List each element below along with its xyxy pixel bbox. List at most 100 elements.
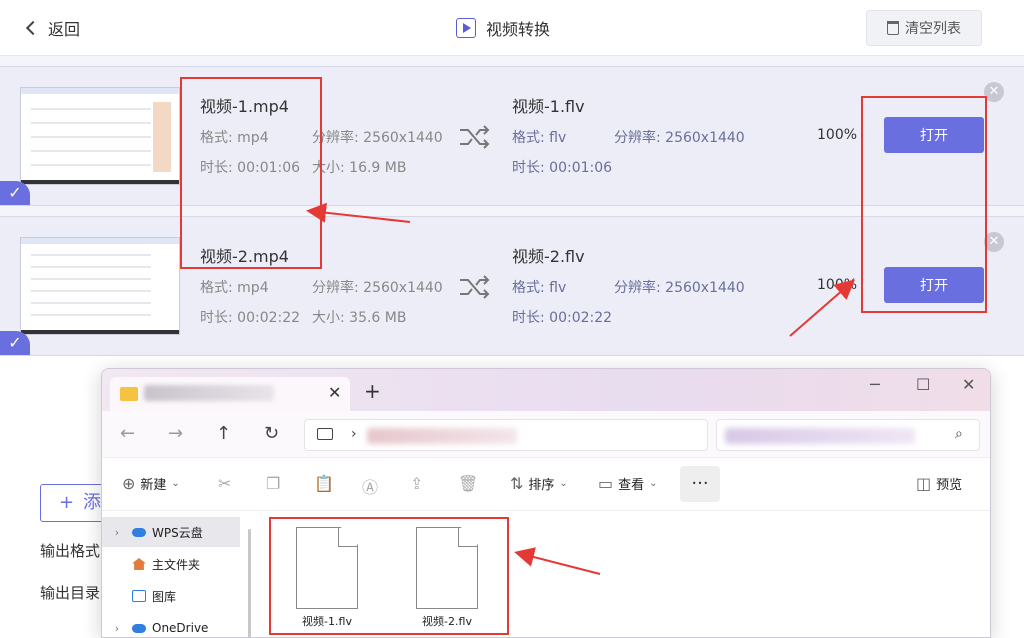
source-resolution: 分辨率: 2560x1440 [312, 280, 443, 296]
explorer-toolbar: ⊕ 新建 ⌄ ✂ ❐ 📋 Ⓐ ⇪ 🗑 ⇅ 排序 ⌄ ▭ 查看 ⌄ ··· ◫ 预… [102, 457, 990, 511]
nav-item-home[interactable]: 主文件夹 [102, 549, 240, 579]
remove-row-icon[interactable]: ✕ [984, 232, 1004, 252]
address-bar[interactable]: › [304, 419, 708, 451]
more-options-button[interactable]: ··· [680, 466, 720, 502]
new-button[interactable]: ⊕ 新建 ⌄ [122, 474, 180, 493]
checkmark-icon[interactable]: ✓ [0, 331, 30, 355]
target-file-name: 视频-2.flv [512, 247, 585, 266]
copy-icon[interactable]: ❐ [266, 474, 280, 493]
file-explorer-window: ✕ + ─ ☐ ✕ ← → ↑ ↻ › ⌕ ⊕ 新建 ⌄ ✂ ❐ 📋 Ⓐ ⇪ 🗑 [101, 368, 991, 638]
target-duration: 时长: 00:01:06 [512, 160, 613, 176]
navigation-pane: › WPS云盘 主文件夹 图库 › OneDrive [102, 511, 246, 637]
nav-label: WPS云盘 [152, 525, 203, 540]
file-name: 视频-1.flv [302, 615, 352, 628]
file-item[interactable]: 视频-1.flv [292, 527, 362, 629]
target-format: 格式: flv [512, 280, 567, 296]
source-size: 大小: 16.9 MB [312, 160, 407, 176]
checkmark-icon[interactable]: ✓ [0, 181, 30, 205]
page-title: 视频转换 [456, 16, 550, 40]
pane-splitter[interactable] [248, 529, 251, 637]
progress-percent: 100% [817, 127, 858, 143]
shuffle-icon [460, 275, 490, 299]
top-bar: 返回 视频转换 清空列表 [0, 0, 1024, 56]
sort-label: 排序 [528, 478, 555, 493]
close-tab-icon[interactable]: ✕ [328, 383, 341, 402]
explorer-tab-bar: ✕ + ─ ☐ ✕ [102, 369, 990, 411]
share-icon[interactable]: ⇪ [410, 474, 423, 493]
refresh-icon[interactable]: ↻ [264, 423, 279, 444]
video-thumbnail [20, 237, 180, 335]
plus-icon: + [59, 492, 75, 513]
nav-item-wps-cloud[interactable]: › WPS云盘 [102, 517, 240, 547]
target-resolution: 分辨率: 2560x1440 [614, 280, 745, 296]
chevron-down-icon: ⌄ [649, 478, 658, 489]
close-window-icon[interactable]: ✕ [962, 375, 975, 394]
source-size: 大小: 35.6 MB [312, 310, 407, 326]
source-file-name: 视频-1.mp4 [200, 97, 289, 116]
view-label: 查看 [618, 478, 645, 493]
home-icon [132, 558, 146, 570]
file-icon [296, 527, 358, 609]
chevron-right-icon: › [351, 426, 357, 442]
paste-icon[interactable]: 📋 [314, 474, 334, 493]
source-file-name: 视频-2.mp4 [200, 247, 289, 266]
maximize-icon[interactable]: ☐ [916, 375, 930, 394]
remove-row-icon[interactable]: ✕ [984, 82, 1004, 102]
open-button[interactable]: 打开 [884, 117, 984, 153]
preview-button[interactable]: ◫ 预览 [916, 474, 962, 493]
video-thumbnail [20, 87, 180, 185]
cloud-icon [132, 527, 146, 537]
open-button[interactable]: 打开 [884, 267, 984, 303]
file-icon [416, 527, 478, 609]
plus-circle-icon: ⊕ [122, 474, 136, 493]
nav-item-onedrive[interactable]: › OneDrive [102, 613, 240, 637]
target-format: 格式: flv [512, 130, 567, 146]
nav-label: 主文件夹 [152, 557, 201, 572]
gallery-icon [132, 590, 146, 602]
target-resolution: 分辨率: 2560x1440 [614, 130, 745, 146]
rename-icon[interactable]: Ⓐ [362, 474, 378, 498]
monitor-icon [317, 428, 333, 440]
delete-icon[interactable]: 🗑 [458, 474, 478, 493]
sort-icon: ⇅ [510, 474, 524, 493]
nav-item-gallery[interactable]: 图库 [102, 581, 240, 611]
chevron-left-icon [25, 20, 41, 36]
target-duration: 时长: 00:02:22 [512, 310, 613, 326]
nav-label: 图库 [152, 589, 177, 604]
preview-label: 预览 [936, 478, 963, 493]
source-duration: 时长: 00:02:22 [200, 310, 301, 326]
preview-pane-icon: ◫ [916, 474, 932, 493]
explorer-body: › WPS云盘 主文件夹 图库 › OneDrive 视频-1.flv 视频-2… [102, 511, 990, 637]
target-file-name: 视频-1.flv [512, 97, 585, 116]
search-icon: ⌕ [955, 426, 963, 442]
blurred-path [367, 428, 517, 444]
back-button[interactable]: 返回 [25, 16, 80, 40]
search-box[interactable]: ⌕ [716, 419, 980, 451]
explorer-tab[interactable]: ✕ [110, 377, 350, 411]
page-title-text: 视频转换 [486, 20, 551, 39]
output-dir-label: 输出目录 [40, 584, 101, 602]
back-arrow-icon[interactable]: ← [120, 423, 135, 444]
sort-button[interactable]: ⇅ 排序 ⌄ [510, 474, 568, 493]
cut-icon[interactable]: ✂ [218, 474, 231, 493]
source-format: 格式: mp4 [200, 130, 269, 146]
source-duration: 时长: 00:01:06 [200, 160, 301, 176]
expand-icon[interactable]: › [102, 526, 132, 539]
output-format-label: 输出格式 [40, 542, 101, 560]
clear-list-button[interactable]: 清空列表 [866, 10, 982, 46]
expand-icon[interactable]: › [102, 622, 132, 635]
file-item[interactable]: 视频-2.flv [412, 527, 482, 629]
blurred-search-placeholder [725, 428, 915, 444]
view-button[interactable]: ▭ 查看 ⌄ [598, 474, 658, 493]
blurred-tab-title [144, 385, 274, 401]
up-arrow-icon[interactable]: ↑ [216, 423, 231, 444]
chevron-down-icon: ⌄ [559, 478, 568, 489]
minimize-icon[interactable]: ─ [870, 375, 880, 394]
nav-label: OneDrive [152, 621, 209, 635]
forward-arrow-icon[interactable]: → [168, 423, 183, 444]
new-tab-icon[interactable]: + [364, 379, 381, 403]
shuffle-icon [460, 125, 490, 149]
new-label: 新建 [140, 478, 167, 493]
source-format: 格式: mp4 [200, 280, 269, 296]
cloud-icon [132, 623, 146, 633]
